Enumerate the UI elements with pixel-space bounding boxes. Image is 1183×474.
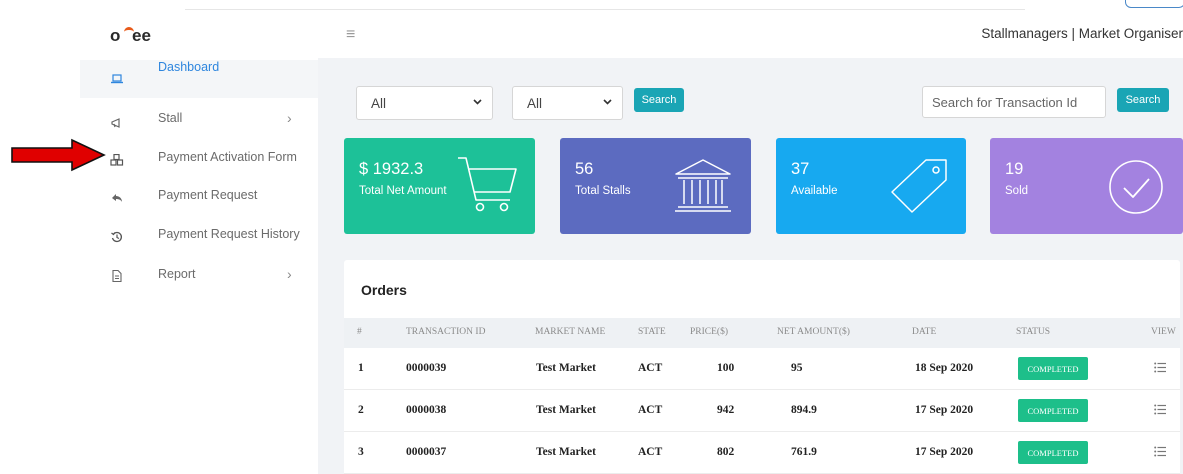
sidebar-item-label: Payment Request History <box>158 227 300 241</box>
column-header: STATE <box>638 327 666 337</box>
chevron-right-icon: › <box>287 110 292 126</box>
user-role-text: Stallmanagers | Market Organiser <box>981 26 1183 41</box>
sidebar-item-dashboard[interactable]: Dashboard <box>80 60 318 98</box>
column-header: DATE <box>912 327 937 337</box>
column-header: VIEW <box>1151 327 1176 337</box>
sidebar-item-payment-activation-form[interactable]: Payment Activation Form <box>80 139 318 177</box>
history-icon <box>110 230 124 244</box>
top-button-fragment[interactable] <box>1125 0 1183 8</box>
logo[interactable]: o ee <box>110 24 170 50</box>
chevron-down-icon <box>473 99 482 105</box>
cubes-icon <box>110 153 124 167</box>
chevron-right-icon: › <box>287 266 292 282</box>
sidebar-item-payment-request[interactable]: Payment Request <box>80 177 318 215</box>
sidebar-item-label: Report <box>158 267 196 281</box>
sidebar: o ee Dashboard Stall › Payment Activatio… <box>80 20 318 474</box>
laptop-icon <box>110 72 124 86</box>
filter-select-2[interactable]: All <box>512 86 623 120</box>
reply-icon <box>110 191 124 205</box>
status-badge: COMPLETED <box>1018 357 1088 380</box>
column-header: NET AMOUNT($) <box>777 327 850 337</box>
sidebar-item-payment-request-history[interactable]: Payment Request History <box>80 216 318 254</box>
orders-table-header: # TRANSACTION ID MARKET NAME STATE PRICE… <box>344 318 1180 348</box>
chevron-down-icon <box>603 99 612 105</box>
table-row[interactable]: 1 0000039 Test Market ACT 100 95 18 Sep … <box>344 348 1180 390</box>
document-icon <box>110 269 124 283</box>
status-badge: COMPLETED <box>1018 441 1088 464</box>
status-badge: COMPLETED <box>1018 399 1088 422</box>
column-header: PRICE($) <box>690 327 728 337</box>
bank-icon <box>675 159 731 212</box>
cart-icon <box>458 157 517 212</box>
transaction-search-button[interactable]: Search <box>1117 88 1169 112</box>
stat-card-total-stalls: 56 Total Stalls <box>560 138 751 234</box>
sidebar-item-report[interactable]: Report › <box>80 256 318 294</box>
hamburger-menu-icon[interactable]: ≡ <box>346 26 355 44</box>
list-view-icon[interactable] <box>1154 404 1166 415</box>
column-header: STATUS <box>1016 327 1051 337</box>
stat-card-total-net-amount: $ 1932.3 Total Net Amount <box>344 138 535 234</box>
check-circle-icon <box>1109 160 1163 214</box>
column-header: TRANSACTION ID <box>406 327 486 337</box>
sidebar-item-label: Stall <box>158 111 183 125</box>
app-window: o ee Dashboard Stall › Payment Activatio… <box>0 0 1183 474</box>
annotation-arrow-icon <box>11 138 106 172</box>
stat-card-available: 37 Available <box>776 138 966 234</box>
main-content: All All Search Search for Transaction Id… <box>318 58 1183 474</box>
list-view-icon[interactable] <box>1154 362 1166 373</box>
column-header: MARKET NAME <box>535 327 606 337</box>
orders-panel: Orders # TRANSACTION ID MARKET NAME STAT… <box>344 260 1180 474</box>
table-row[interactable]: 3 0000037 Test Market ACT 802 761.9 17 S… <box>344 432 1180 474</box>
sidebar-item-label: Payment Activation Form <box>158 150 297 164</box>
orders-title: Orders <box>361 282 407 298</box>
filter-search-button[interactable]: Search <box>634 88 684 112</box>
table-row[interactable]: 2 0000038 Test Market ACT 942 894.9 17 S… <box>344 390 1180 432</box>
top-header: ≡ Stallmanagers | Market Organiser <box>318 20 1183 60</box>
tag-icon <box>891 159 947 213</box>
sidebar-item-label: Payment Request <box>158 188 258 202</box>
sidebar-item-label: Dashboard <box>158 60 220 74</box>
transaction-search-input[interactable]: Search for Transaction Id <box>922 86 1106 118</box>
stat-card-sold: 19 Sold <box>990 138 1183 234</box>
list-view-icon[interactable] <box>1154 446 1166 457</box>
sidebar-item-stall[interactable]: Stall › <box>80 100 318 138</box>
filter-select-1[interactable]: All <box>356 86 493 120</box>
column-header: # <box>357 327 362 337</box>
top-address-strip <box>185 0 1025 10</box>
megaphone-icon <box>110 116 124 130</box>
